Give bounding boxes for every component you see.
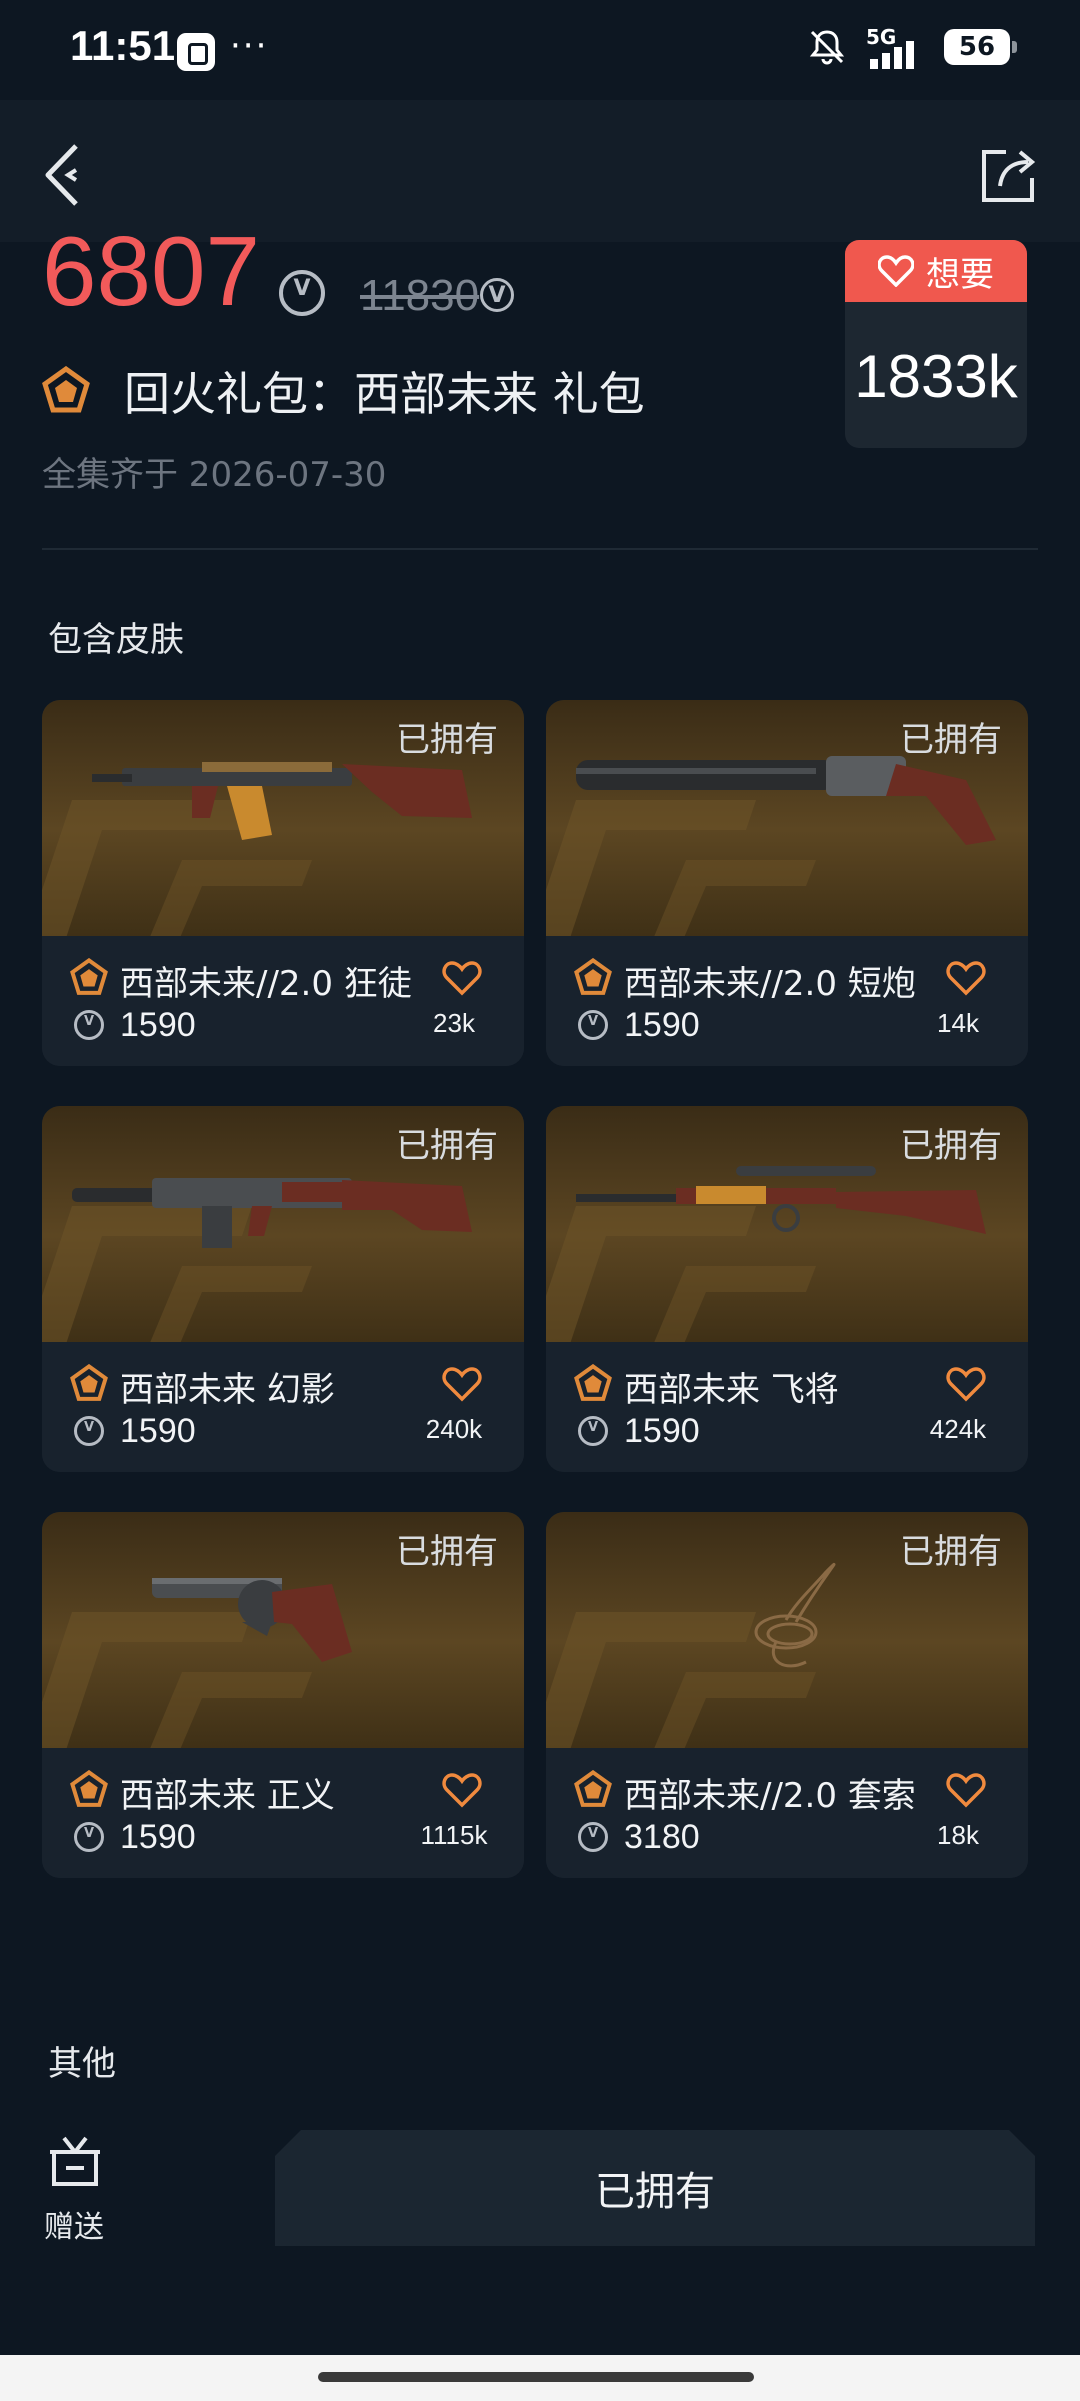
skin-likes: 240k [425, 1414, 483, 1444]
vp-coin-icon [74, 1822, 104, 1852]
status-right: 5G 56 [806, 22, 1017, 72]
skin-price: 1590 [120, 1818, 196, 1856]
signal-icon: 5G [866, 25, 926, 69]
skin-image: 已拥有 [546, 700, 1028, 936]
battery-icon: 56 [944, 29, 1017, 65]
back-arrow-icon[interactable] [40, 140, 100, 210]
original-price: 11830 [360, 271, 480, 320]
owned-button[interactable]: 已拥有 [275, 2130, 1035, 2246]
gift-icon[interactable] [44, 2130, 106, 2192]
skin-likes: 18k [937, 1820, 979, 1850]
owned-tag: 已拥有 [396, 1126, 498, 1166]
tier-badge-icon [574, 1364, 612, 1401]
skin-info: 西部未来 幻影1590 240k [42, 1342, 524, 1472]
skin-card[interactable]: 已拥有西部未来//2.0 短炮1590 14k [546, 700, 1028, 1066]
skin-card[interactable]: 已拥有西部未来//2.0 狂徒1590 23k [42, 700, 524, 1066]
heart-icon[interactable] [946, 1772, 986, 1808]
skins-section-title: 包含皮肤 [48, 620, 184, 660]
skin-info: 西部未来//2.0 狂徒1590 23k [42, 936, 524, 1066]
heart-icon[interactable] [946, 1366, 986, 1402]
skin-image: 已拥有 [546, 1106, 1028, 1342]
skin-info: 西部未来 飞将1590 424k [546, 1342, 1028, 1472]
bundle-price: 6807 [42, 216, 261, 326]
skin-image: 已拥有 [42, 1106, 524, 1342]
skin-likes: 1115k [420, 1820, 488, 1850]
collection-date: 全集齐于 2026-07-30 [42, 455, 387, 495]
vp-coin-icon [480, 278, 514, 312]
tier-badge-icon [42, 366, 90, 413]
owned-tag: 已拥有 [900, 720, 1002, 760]
tier-badge-icon [70, 958, 108, 995]
skin-price: 1590 [120, 1006, 196, 1044]
heart-icon[interactable] [946, 960, 986, 996]
other-section-title: 其他 [48, 2044, 116, 2084]
tier-badge-icon [574, 1770, 612, 1807]
mute-bell-icon [809, 30, 845, 65]
skin-name: 西部未来 正义 [120, 1776, 335, 1816]
share-icon[interactable] [976, 144, 1040, 208]
tier-badge-icon [574, 958, 612, 995]
skin-image: 已拥有 [42, 1512, 524, 1748]
skin-info: 西部未来 正义1590 1115k [42, 1748, 524, 1878]
tier-badge-icon [70, 1770, 108, 1807]
gift-label[interactable]: 赠送 [44, 2202, 104, 2246]
want-count: 1833k [854, 343, 1018, 410]
want-header: 想要 [845, 240, 1027, 302]
skin-card[interactable]: 已拥有西部未来 飞将1590 424k [546, 1106, 1028, 1472]
skin-name: 西部未来//2.0 短炮 [624, 964, 916, 1004]
skin-price: 1590 [624, 1006, 700, 1044]
status-bar: 11:51 ··· 5G 56 [0, 0, 1080, 100]
skin-name: 西部未来//2.0 套索 [624, 1776, 916, 1816]
vp-coin-icon [74, 1010, 104, 1040]
skin-image: 已拥有 [42, 700, 524, 936]
more-notifications-icon: ··· [230, 26, 269, 66]
skin-image: 已拥有 [546, 1512, 1028, 1748]
heart-icon[interactable] [442, 960, 482, 996]
app-notification-icon [177, 33, 215, 71]
owned-tag: 已拥有 [900, 1126, 1002, 1166]
skin-price: 1590 [120, 1412, 196, 1450]
skin-price: 1590 [624, 1412, 700, 1450]
skin-name: 西部未来//2.0 狂徒 [120, 964, 412, 1004]
skin-info: 西部未来//2.0 套索3180 18k [546, 1748, 1028, 1878]
want-button[interactable]: 想要 1833k [845, 240, 1027, 448]
owned-tag: 已拥有 [900, 1532, 1002, 1572]
heart-icon[interactable] [442, 1366, 482, 1402]
skin-card[interactable]: 已拥有西部未来 幻影1590 240k [42, 1106, 524, 1472]
owned-tag: 已拥有 [396, 720, 498, 760]
skin-name: 西部未来 幻影 [120, 1370, 335, 1410]
skin-name: 西部未来 飞将 [624, 1370, 839, 1410]
vp-coin-icon [279, 270, 325, 316]
heart-icon[interactable] [442, 1772, 482, 1808]
vp-coin-icon [74, 1416, 104, 1446]
skin-info: 西部未来//2.0 短炮1590 14k [546, 936, 1028, 1066]
owned-tag: 已拥有 [396, 1532, 498, 1572]
vp-coin-icon [578, 1416, 608, 1446]
skin-likes: 23k [433, 1008, 475, 1038]
want-label: 想要 [926, 254, 994, 295]
skin-card[interactable]: 已拥有西部未来//2.0 套索3180 18k [546, 1512, 1028, 1878]
tier-badge-icon [70, 1364, 108, 1401]
skin-card[interactable]: 已拥有西部未来 正义1590 1115k [42, 1512, 524, 1878]
divider [42, 548, 1038, 550]
skin-price: 3180 [624, 1818, 700, 1856]
vp-coin-icon [578, 1822, 608, 1852]
status-time: 11:51 [70, 22, 176, 69]
home-indicator[interactable] [318, 2372, 754, 2382]
skin-likes: 424k [929, 1414, 987, 1444]
heart-icon [878, 255, 914, 287]
vp-coin-icon [578, 1010, 608, 1040]
bundle-title: 回火礼包：西部未来 礼包 [124, 367, 645, 421]
skin-likes: 14k [937, 1008, 979, 1038]
